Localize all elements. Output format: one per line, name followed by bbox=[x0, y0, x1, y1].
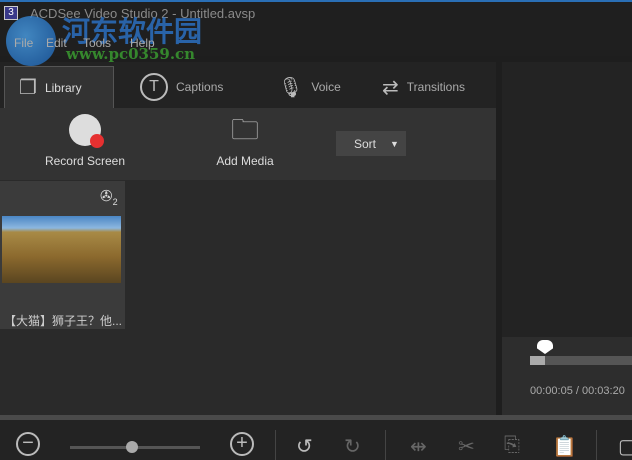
zoom-out-icon[interactable]: − bbox=[16, 432, 40, 456]
undo-icon[interactable]: ↺ bbox=[296, 434, 313, 459]
menu-edit[interactable]: Edit bbox=[46, 36, 67, 50]
sort-label: Sort bbox=[354, 136, 377, 151]
clip-count: 2 bbox=[112, 197, 118, 207]
menu-help[interactable]: Help bbox=[130, 36, 155, 50]
redo-icon[interactable]: ↻ bbox=[344, 434, 361, 459]
media-title: 【大猫】狮子王？他... bbox=[4, 314, 123, 328]
record-screen-button[interactable]: Record Screen bbox=[40, 114, 130, 168]
zoom-slider-handle[interactable] bbox=[126, 441, 138, 453]
add-media-button[interactable]: 🗀 Add Media bbox=[205, 114, 285, 168]
video-thumbnail bbox=[2, 216, 121, 283]
zoom-in-icon[interactable]: + bbox=[230, 432, 254, 456]
seek-bar[interactable] bbox=[530, 356, 632, 365]
paste-icon[interactable]: 📋 bbox=[552, 434, 577, 459]
tab-label: Voice bbox=[311, 80, 341, 94]
split-icon[interactable]: ⇹ bbox=[410, 434, 427, 459]
add-media-label: Add Media bbox=[216, 154, 274, 168]
captions-icon: T bbox=[140, 73, 168, 101]
record-label: Record Screen bbox=[44, 154, 126, 168]
tab-voice[interactable]: 🎙 Voice bbox=[278, 66, 341, 108]
chevron-down-icon: ▼ bbox=[390, 138, 399, 149]
fullscreen-icon[interactable]: ▢ bbox=[618, 434, 632, 459]
tab-library[interactable]: ❐ Library bbox=[4, 66, 114, 108]
tab-captions[interactable]: T Captions bbox=[140, 66, 223, 108]
tab-transitions[interactable]: ⇄ Transitions bbox=[382, 66, 465, 108]
time-display: 00:00:05 / 00:03:20 bbox=[530, 385, 625, 397]
transitions-icon: ⇄ bbox=[382, 76, 399, 99]
folder-icon: 🗀 bbox=[230, 114, 259, 145]
video-preview bbox=[502, 62, 632, 337]
tab-label: Transitions bbox=[406, 80, 466, 94]
cut-icon[interactable]: ✂ bbox=[458, 434, 475, 459]
timeline-toolbar bbox=[0, 420, 632, 460]
record-icon bbox=[69, 114, 104, 148]
video-reel-icon: ✇2 bbox=[100, 188, 118, 207]
microphone-icon: 🎙 bbox=[278, 76, 304, 99]
tab-label: Captions bbox=[176, 80, 224, 94]
library-icon: ❐ bbox=[19, 77, 37, 99]
app-icon: 3 bbox=[4, 6, 18, 20]
tab-label: Library bbox=[44, 80, 82, 95]
menu-file[interactable]: File bbox=[14, 36, 33, 50]
menu-tools[interactable]: Tools bbox=[83, 36, 111, 50]
sort-dropdown[interactable]: Sort ▼ bbox=[336, 131, 406, 156]
copy-icon[interactable]: ⎘ bbox=[504, 434, 520, 457]
